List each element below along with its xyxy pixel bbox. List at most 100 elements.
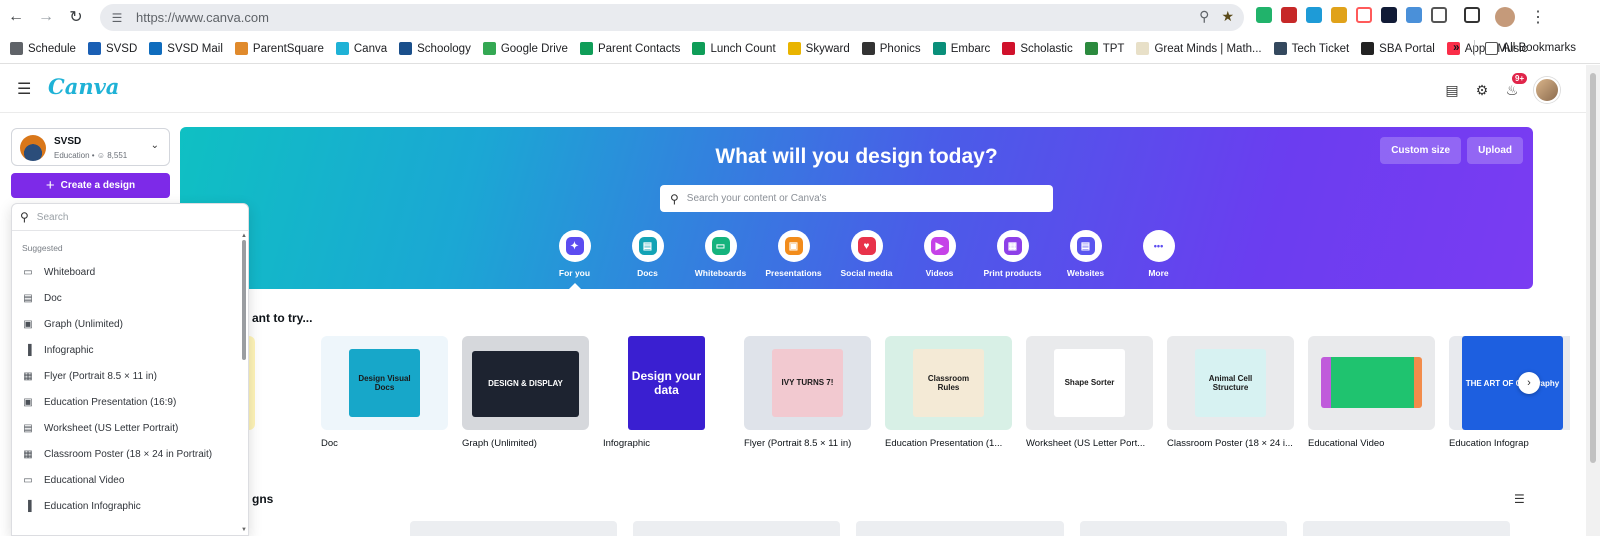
canva-logo[interactable]: Canva: [48, 74, 119, 99]
category-sparkle[interactable]: ✦ For you: [538, 230, 611, 289]
bookmark-item[interactable]: TPT: [1084, 42, 1124, 55]
template-card[interactable]: THE ART OF Calligraphy Education Infograp: [1449, 336, 1570, 449]
category-docs[interactable]: ▤ Docs: [611, 230, 684, 289]
category-video[interactable]: ▶ Videos: [903, 230, 976, 289]
design-card[interactable]: [1302, 521, 1511, 536]
template-card[interactable]: Classroom Rules Education Presentation (1…: [885, 336, 1012, 449]
bookmark-item[interactable]: Embarc: [932, 42, 990, 55]
extension-icon[interactable]: [1406, 7, 1422, 23]
template-card[interactable]: Educational Video: [1308, 336, 1435, 449]
custom-size-button[interactable]: Custom size: [1380, 137, 1462, 164]
bookmark-item[interactable]: Schoology: [399, 42, 471, 55]
address-bar[interactable]: ☰ https://www.canva.com ⚲ ★: [100, 4, 1244, 31]
scroll-up-icon[interactable]: ▲: [241, 233, 247, 239]
bookmark-favicon-icon: [1084, 42, 1098, 55]
extension-icon[interactable]: [1256, 7, 1272, 23]
bookmark-item[interactable]: Schedule: [10, 42, 76, 55]
bookmark-item[interactable]: SVSD: [87, 42, 137, 55]
design-card[interactable]: [633, 521, 841, 536]
template-card[interactable]: Animal Cell Structure Classroom Poster (1…: [1167, 336, 1294, 449]
upload-button[interactable]: Upload: [1467, 137, 1523, 164]
page-scrollbar[interactable]: [1586, 65, 1600, 536]
category-heart[interactable]: ♥ Social media: [830, 230, 903, 289]
bookmark-item[interactable]: Google Drive: [482, 42, 568, 55]
bookmark-item[interactable]: Skyward: [787, 42, 850, 55]
dropdown-item[interactable]: ▦ Flyer (Portrait 8.5 × 11 in): [12, 363, 248, 389]
search-icon: ⚲: [20, 210, 29, 224]
back-icon[interactable]: ←: [2, 3, 30, 31]
bookmark-item[interactable]: Parent Contacts: [579, 42, 680, 55]
video-icon: ▶: [930, 237, 949, 255]
scroll-down-icon[interactable]: ▼: [241, 527, 247, 533]
browser-toolbar: ← → ↻ ☰ https://www.canva.com ⚲ ★ ⋮: [0, 0, 1600, 34]
team-avatar: [20, 135, 46, 161]
category-whiteboard[interactable]: ▭ Whiteboards: [684, 230, 757, 289]
list-view-icon[interactable]: ☰: [1514, 492, 1525, 506]
dropdown-item[interactable]: ▐ Infographic: [12, 337, 248, 363]
category-printer[interactable]: ▦ Print products: [976, 230, 1049, 289]
forward-icon[interactable]: →: [32, 3, 60, 31]
hamburger-menu-icon[interactable]: ☰: [17, 79, 31, 99]
template-card[interactable]: Design your data Infographic: [603, 336, 730, 449]
extension-icon[interactable]: [1356, 7, 1372, 23]
bookmark-item[interactable]: SBA Portal: [1361, 42, 1435, 55]
template-card[interactable]: DESIGN & DISPLAY Graph (Unlimited): [462, 336, 589, 449]
template-card[interactable]: Design Visual Docs Doc: [321, 336, 448, 449]
bookmark-item[interactable]: Great Minds | Math...: [1136, 42, 1262, 55]
reload-icon[interactable]: ↻: [62, 3, 90, 31]
design-search-input[interactable]: ⚲ Search: [12, 204, 248, 231]
design-card[interactable]: [410, 521, 618, 536]
dropdown-item[interactable]: ▭ Educational Video: [12, 467, 248, 493]
template-card[interactable]: IVY TURNS 7! Flyer (Portrait 8.5 × 11 in): [744, 336, 871, 449]
dropdown-item[interactable]: ▤ Doc: [12, 285, 248, 311]
template-card[interactable]: Shape Sorter Worksheet (US Letter Port...: [1026, 336, 1153, 449]
puzzle-icon[interactable]: [1431, 7, 1447, 23]
user-avatar[interactable]: [1534, 77, 1560, 103]
dropdown-item[interactable]: ▣ Graph (Unlimited): [12, 311, 248, 337]
notifications-bell-icon[interactable]: ♨ 9+: [1504, 73, 1528, 98]
sidepanel-icon[interactable]: [1464, 7, 1480, 23]
bookmark-item[interactable]: Lunch Count: [692, 42, 776, 55]
bookmark-label: ParentSquare: [252, 42, 324, 55]
dropdown-item[interactable]: ▦ Classroom Poster (18 × 24 in Portrait): [12, 441, 248, 467]
bookmark-label: Google Drive: [500, 42, 568, 55]
profile-avatar[interactable]: [1495, 7, 1515, 27]
dropdown-item[interactable]: ▐ Education Infographic: [12, 493, 248, 519]
template-label: Doc: [321, 438, 338, 449]
chevron-double-right-icon[interactable]: »: [1453, 42, 1459, 54]
extension-icon[interactable]: [1306, 7, 1322, 23]
bookmark-item[interactable]: Phonics: [861, 42, 921, 55]
hero-search-input[interactable]: ⚲ Search your content or Canva's: [660, 185, 1053, 212]
bookmark-item[interactable]: ParentSquare: [234, 42, 324, 55]
create-design-button[interactable]: + Create a design: [11, 173, 170, 198]
bookmark-item[interactable]: Canva: [335, 42, 387, 55]
site-settings-icon[interactable]: ☰: [108, 9, 126, 27]
menu-icon[interactable]: ⋮: [1530, 7, 1546, 27]
bookmark-item[interactable]: SVSD Mail: [149, 42, 223, 55]
all-bookmarks[interactable]: All Bookmarks: [1484, 41, 1576, 55]
category-website[interactable]: ▤ Websites: [1049, 230, 1122, 289]
dropdown-item[interactable]: ▭ Whiteboard: [12, 259, 248, 285]
carousel-next-icon[interactable]: ›: [1518, 372, 1540, 394]
design-card[interactable]: [856, 521, 1064, 536]
dropdown-item[interactable]: ▤ Worksheet (US Letter Portrait): [12, 415, 248, 441]
dropdown-item[interactable]: ▣ Education Presentation (16:9): [12, 389, 248, 415]
zoom-icon[interactable]: ⚲: [1199, 8, 1209, 25]
team-switcher[interactable]: SVSD Education • ☺ 8,551 ⌄: [11, 128, 170, 166]
dropdown-scrollbar[interactable]: [242, 240, 246, 360]
bookmark-item[interactable]: Tech Ticket: [1273, 42, 1349, 55]
extension-icon[interactable]: [1331, 7, 1347, 23]
bookmark-item[interactable]: Scholastic: [1002, 42, 1073, 55]
template-label: Education Infograp: [1449, 438, 1529, 449]
category-more[interactable]: ••• More: [1122, 230, 1195, 289]
design-card[interactable]: [1079, 521, 1287, 536]
category-presentation[interactable]: ▣ Presentations: [757, 230, 830, 289]
template-artwork: DESIGN & DISPLAY: [472, 351, 579, 417]
template-artwork-text: Design your data: [631, 369, 702, 397]
extension-icon[interactable]: [1281, 7, 1297, 23]
settings-gear-icon[interactable]: ⚙: [1474, 82, 1490, 98]
desktop-app-icon[interactable]: ▤: [1444, 82, 1460, 98]
bookmark-star-icon[interactable]: ★: [1221, 8, 1234, 25]
extension-icon[interactable]: [1381, 7, 1397, 23]
category-circle: ▶: [923, 230, 956, 262]
